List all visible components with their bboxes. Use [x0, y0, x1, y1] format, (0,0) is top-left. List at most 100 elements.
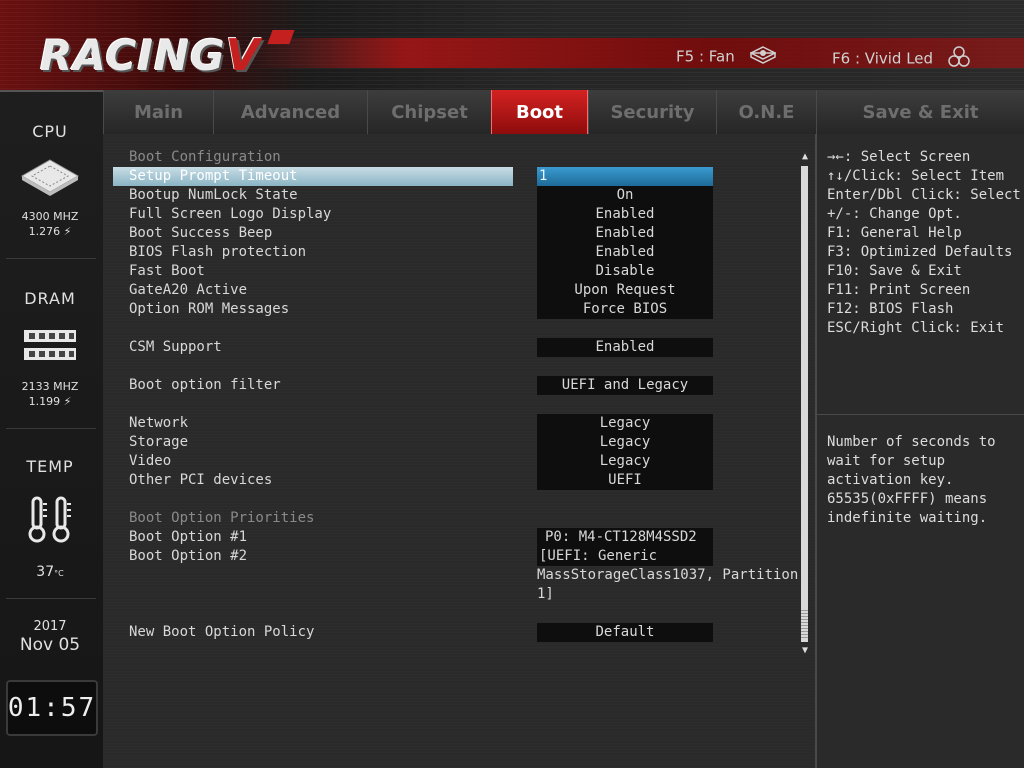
setting-row-new-boot-policy[interactable]: New Boot Option Policy Default	[103, 623, 813, 642]
network-value[interactable]: Legacy	[537, 414, 713, 433]
thermometer-icon	[0, 494, 100, 548]
section-heading: Boot Configuration	[103, 148, 813, 167]
help-key-line: +/-: Change Opt.	[827, 206, 962, 222]
setting-row-numlock[interactable]: Bootup NumLock State On	[103, 186, 813, 205]
tab-save-exit[interactable]: Save & Exit	[816, 90, 1024, 134]
setting-row-setup-prompt-timeout[interactable]: Setup Prompt Timeout 1	[103, 167, 813, 186]
success-beep-value[interactable]: Enabled	[537, 224, 713, 243]
help-key-line: F3: Optimized Defaults	[827, 244, 1013, 260]
tab-security[interactable]: Security	[588, 90, 716, 134]
setting-row-csm[interactable]: CSM Support Enabled	[103, 338, 813, 357]
cpu-frequency: 4300 MHZ	[21, 210, 79, 223]
other-pci-value[interactable]: UEFI	[537, 471, 713, 490]
setting-label: Boot Option #1	[129, 529, 248, 545]
setting-row-fullscreen-logo[interactable]: Full Screen Logo Display Enabled	[103, 205, 813, 224]
setting-row-storage[interactable]: Storage Legacy	[103, 433, 813, 452]
setting-label: Boot Option #2	[129, 548, 248, 564]
help-key-line: ESC/Right Click: Exit	[827, 320, 1005, 336]
setting-label: Network	[129, 415, 189, 431]
storage-value[interactable]: Legacy	[537, 433, 713, 452]
setting-row-network[interactable]: Network Legacy	[103, 414, 813, 433]
dram-title: DRAM	[24, 289, 76, 308]
setting-row-boot-option-1[interactable]: Boot Option #1 P0: M4-CT128M4SSD2	[103, 528, 813, 547]
setting-row-video[interactable]: Video Legacy	[103, 452, 813, 471]
logo-text: RACING	[40, 31, 226, 80]
tab-chipset[interactable]: Chipset	[367, 90, 491, 134]
divider	[6, 258, 96, 259]
csm-value[interactable]: Enabled	[537, 338, 713, 357]
video-value[interactable]: Legacy	[537, 452, 713, 471]
racing-logo: RACINGV	[40, 30, 261, 81]
temp-value: 37°C	[36, 564, 64, 580]
fullscreen-logo-value[interactable]: Enabled	[537, 205, 713, 224]
setting-row-gatea20[interactable]: GateA20 Active Upon Request	[103, 281, 813, 300]
setting-label: BIOS Flash protection	[129, 244, 307, 260]
bios-flash-value[interactable]: Enabled	[537, 243, 713, 262]
tab-advanced[interactable]: Advanced	[213, 90, 367, 134]
setting-row-boot-option-2[interactable]: Boot Option #2 [UEFI: Generic	[103, 547, 813, 566]
boot-option-2-continued: 1]	[103, 585, 813, 604]
ram-module-icon	[0, 328, 100, 368]
section-boot-option-priorities: Boot Option Priorities	[129, 510, 315, 526]
scroll-thumb[interactable]	[801, 610, 808, 638]
numlock-value[interactable]: On	[537, 186, 713, 205]
scroll-down-arrow-icon[interactable]: ▼	[800, 646, 810, 656]
setting-row-option-rom[interactable]: Option ROM Messages Force BIOS	[103, 300, 813, 319]
fan-control-button[interactable]: F5 : Fan	[676, 46, 777, 68]
cpu-chip-icon	[0, 158, 100, 202]
help-description-line: activation key.	[827, 472, 954, 488]
help-key-line: →←: Select Screen	[827, 149, 971, 165]
temp-title: TEMP	[26, 457, 74, 476]
hardware-monitor-sidebar: CPU 4300 MHZ 1.276 ⚡ DRAM 2133 MHZ 1.199…	[0, 92, 104, 768]
led-label: F6 : Vivid Led	[832, 49, 934, 68]
gatea20-value[interactable]: Upon Request	[537, 281, 713, 300]
setting-label: Full Screen Logo Display	[129, 206, 332, 222]
scrollbar[interactable]: ▲ ▼	[800, 152, 810, 657]
new-boot-policy-value[interactable]: Default	[537, 623, 713, 642]
help-description-line: indefinite waiting.	[827, 510, 988, 526]
fast-boot-value[interactable]: Disable	[537, 262, 713, 281]
setting-row-boot-filter[interactable]: Boot option filter UEFI and Legacy	[103, 376, 813, 395]
help-key-line: ↑↓/Click: Select Item	[827, 168, 1005, 184]
help-description-line: Number of seconds to	[827, 434, 996, 450]
setting-label: Fast Boot	[129, 263, 205, 279]
boot-option-2-continued: MassStorageClass1037, Partition	[103, 566, 813, 585]
setting-label: Bootup NumLock State	[129, 187, 298, 203]
divider	[6, 598, 96, 599]
setting-label: Other PCI devices	[129, 472, 273, 488]
dram-frequency: 2133 MHZ	[21, 380, 79, 393]
setting-label: New Boot Option Policy	[129, 624, 315, 640]
setting-row-fast-boot[interactable]: Fast Boot Disable	[103, 262, 813, 281]
help-description-line: wait for setup	[827, 453, 946, 469]
scroll-up-arrow-icon[interactable]: ▲	[800, 152, 810, 162]
logo-suffix: V	[225, 30, 261, 81]
tab-boot[interactable]: Boot	[491, 90, 588, 134]
option-rom-value[interactable]: Force BIOS	[537, 300, 713, 319]
tab-main[interactable]: Main	[103, 90, 213, 134]
boot-option-2-value[interactable]: [UEFI: Generic	[537, 547, 713, 566]
setting-row-other-pci[interactable]: Other PCI devices UEFI	[103, 471, 813, 490]
setting-label: Boot option filter	[129, 377, 281, 393]
help-key-line: F1: General Help	[827, 225, 962, 241]
setting-label: CSM Support	[129, 339, 222, 355]
boot-option-2-value-line3: 1]	[537, 586, 554, 602]
boot-option-2-value-line2: MassStorageClass1037, Partition	[537, 567, 799, 583]
scroll-track[interactable]	[801, 166, 808, 642]
help-key-line: F12: BIOS Flash	[827, 301, 954, 317]
bios-header: RACINGV F5 : Fan F6 : Vivid Led	[0, 0, 1024, 92]
setting-row-success-beep[interactable]: Boot Success Beep Enabled	[103, 224, 813, 243]
help-key-line: Enter/Dbl Click: Select	[827, 187, 1021, 203]
setting-label: Storage	[129, 434, 189, 450]
date-day: Nov 05	[19, 635, 81, 655]
vivid-led-button[interactable]: F6 : Vivid Led	[832, 46, 970, 72]
divider	[6, 428, 96, 429]
help-panel: →←: Select Screen ↑↓/Click: Select Item …	[815, 134, 1024, 768]
tab-one[interactable]: O.N.E	[716, 90, 816, 134]
boot-option-1-value[interactable]: P0: M4-CT128M4SSD2	[537, 528, 713, 547]
boot-filter-value[interactable]: UEFI and Legacy	[537, 376, 713, 395]
setting-label: Option ROM Messages	[129, 301, 290, 317]
setting-label: Setup Prompt Timeout	[129, 168, 298, 184]
setting-row-bios-flash[interactable]: BIOS Flash protection Enabled	[103, 243, 813, 262]
setup-prompt-timeout-field[interactable]: 1	[537, 167, 713, 186]
setting-label: GateA20 Active	[129, 282, 248, 298]
